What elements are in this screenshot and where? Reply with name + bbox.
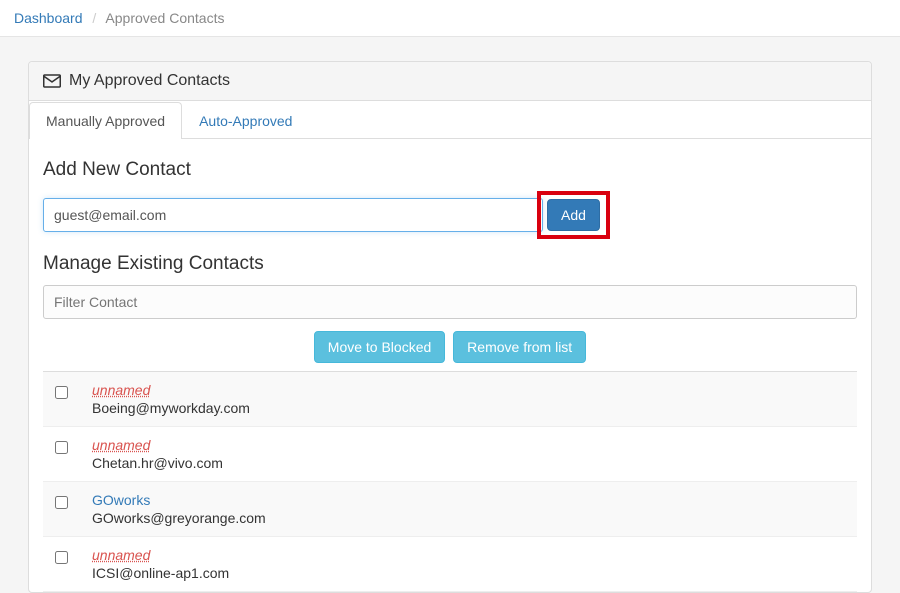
contact-row: GOworks GOworks@greyorange.com: [43, 482, 857, 537]
contact-list: unnamed Boeing@myworkday.com unnamed Chetan…: [43, 371, 857, 592]
panel-heading: My Approved Contacts: [29, 62, 871, 101]
contact-name[interactable]: unnamed: [92, 547, 229, 563]
tabs: Manually Approved Auto-Approved: [29, 101, 871, 139]
contact-checkbox[interactable]: [55, 441, 68, 454]
contact-checkbox[interactable]: [55, 496, 68, 509]
breadcrumb-current: Approved Contacts: [105, 10, 224, 26]
remove-from-list-button[interactable]: Remove from list: [453, 331, 586, 363]
panel-body: Add New Contact Add Manage Existing Cont…: [29, 139, 871, 592]
contact-email: ICSI@online-ap1.com: [92, 565, 229, 581]
contact-row: unnamed ICSI@online-ap1.com: [43, 537, 857, 592]
contact-email: Chetan.hr@vivo.com: [92, 455, 223, 471]
contact-email: GOworks@greyorange.com: [92, 510, 266, 526]
contact-name[interactable]: GOworks: [92, 492, 266, 508]
tab-manually-approved[interactable]: Manually Approved: [29, 102, 182, 139]
contact-info: unnamed Chetan.hr@vivo.com: [92, 437, 223, 471]
breadcrumb: Dashboard / Approved Contacts: [0, 0, 900, 37]
breadcrumb-root-link[interactable]: Dashboard: [14, 10, 83, 26]
tab-auto-approved[interactable]: Auto-Approved: [182, 102, 309, 139]
contact-checkbox[interactable]: [55, 551, 68, 564]
move-to-blocked-button[interactable]: Move to Blocked: [314, 331, 446, 363]
contact-name[interactable]: unnamed: [92, 437, 223, 453]
manage-contacts-title: Manage Existing Contacts: [43, 253, 857, 275]
envelope-icon: [43, 74, 61, 88]
add-contact-title: Add New Contact: [43, 159, 857, 181]
add-button[interactable]: Add: [547, 199, 600, 231]
contact-row: unnamed Chetan.hr@vivo.com: [43, 427, 857, 482]
add-contact-row: Add: [43, 191, 857, 239]
contact-info: GOworks GOworks@greyorange.com: [92, 492, 266, 526]
contact-checkbox[interactable]: [55, 386, 68, 399]
contact-info: unnamed ICSI@online-ap1.com: [92, 547, 229, 581]
filter-contact-input[interactable]: [43, 285, 857, 319]
new-contact-email-input[interactable]: [43, 198, 543, 232]
panel-title: My Approved Contacts: [69, 72, 230, 90]
add-button-highlight: Add: [537, 191, 610, 239]
contact-info: unnamed Boeing@myworkday.com: [92, 382, 250, 416]
bulk-actions-row: Move to Blocked Remove from list: [43, 331, 857, 363]
breadcrumb-separator: /: [92, 10, 96, 26]
approved-contacts-panel: My Approved Contacts Manually Approved A…: [28, 61, 872, 593]
contact-name[interactable]: unnamed: [92, 382, 250, 398]
contact-row: unnamed Boeing@myworkday.com: [43, 372, 857, 427]
contact-email: Boeing@myworkday.com: [92, 400, 250, 416]
